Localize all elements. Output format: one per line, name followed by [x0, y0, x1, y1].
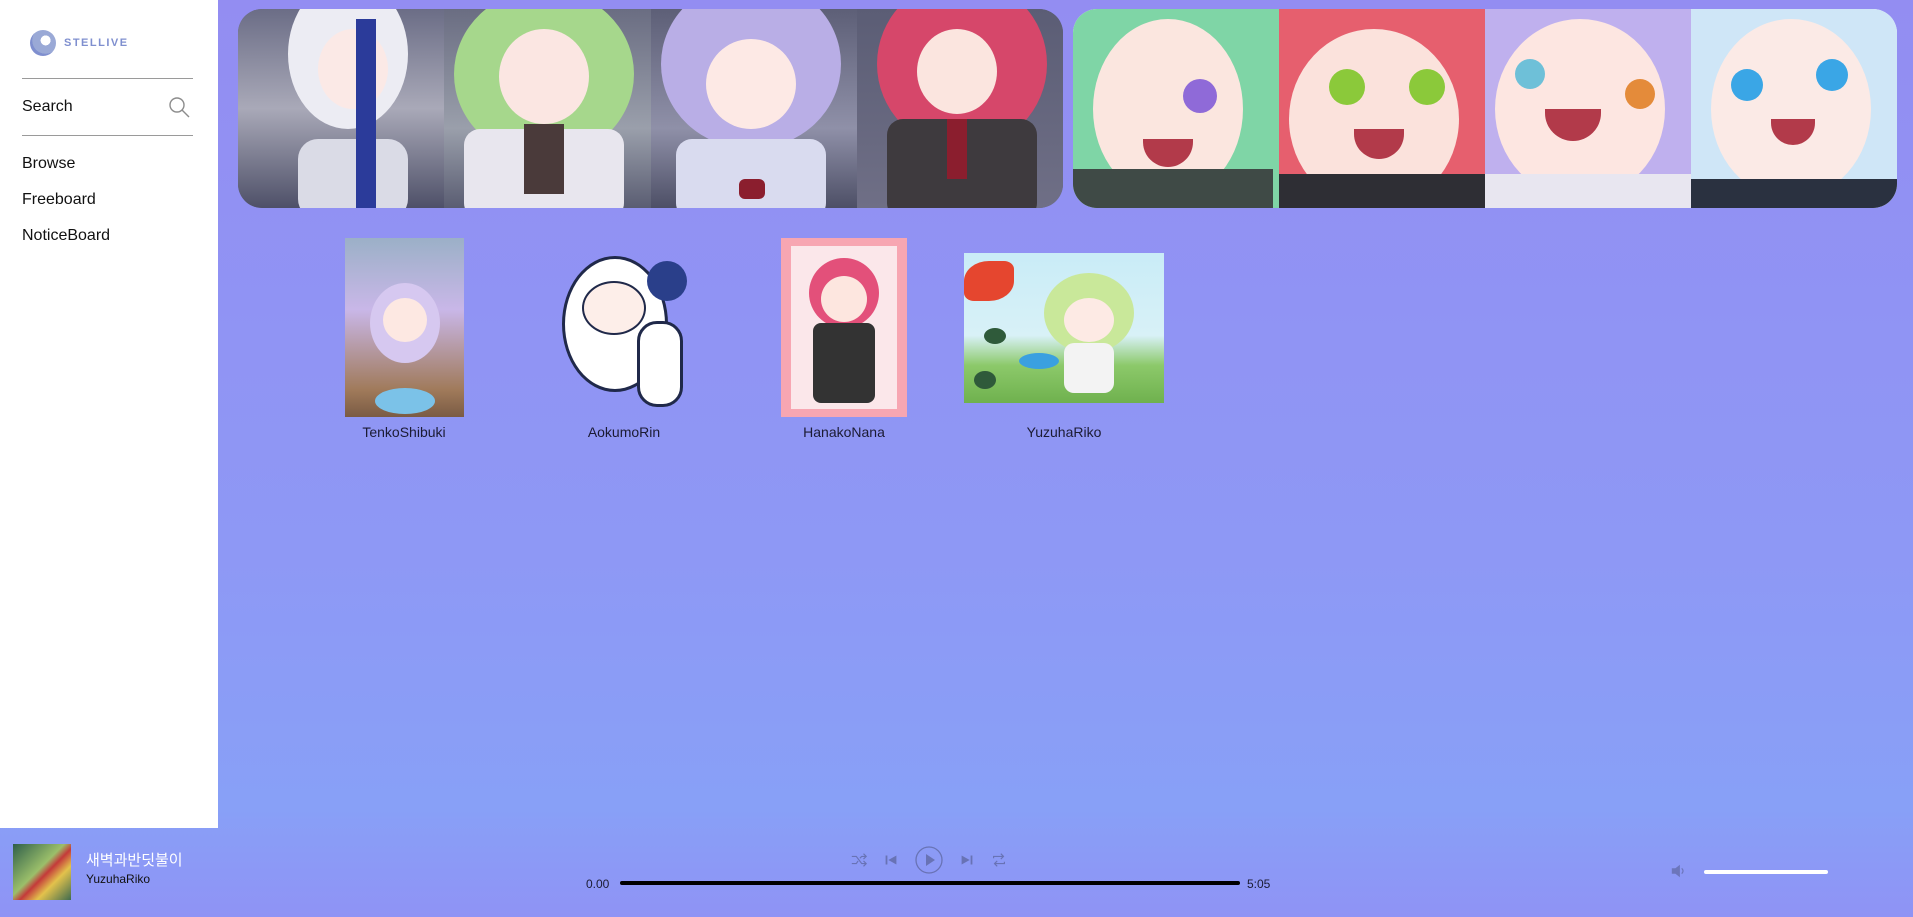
- previous-icon[interactable]: [882, 851, 900, 869]
- track-title: 새벽과반딧불이: [86, 852, 183, 869]
- logo-text: STELLIVE: [64, 37, 129, 49]
- member-name[interactable]: YuzuhaRiko: [1027, 424, 1102, 440]
- logo[interactable]: STELLIVE: [30, 30, 129, 56]
- member-name[interactable]: TenkoShibuki: [362, 424, 445, 440]
- sidebar: STELLIVE Search Browse Freeboard NoticeB…: [0, 0, 218, 828]
- search-label[interactable]: Search: [22, 98, 73, 116]
- nav-item-noticeboard[interactable]: NoticeBoard: [22, 224, 110, 260]
- search-box[interactable]: Search: [22, 78, 193, 136]
- banner-character-4: [856, 9, 1063, 208]
- volume-slider[interactable]: [1704, 870, 1828, 874]
- member-image[interactable]: [542, 241, 705, 413]
- member-image[interactable]: [345, 238, 464, 417]
- play-icon[interactable]: [914, 845, 944, 875]
- banner-face-purple: [1485, 9, 1691, 208]
- nav-item-browse[interactable]: Browse: [22, 152, 110, 188]
- album-art[interactable]: [13, 844, 71, 900]
- track-artist: YuzuhaRiko: [86, 872, 151, 886]
- banner-face-blue: [1691, 9, 1897, 208]
- next-icon[interactable]: [958, 851, 976, 869]
- member-name[interactable]: HanakoNana: [803, 424, 885, 440]
- music-player: 새벽과반딧불이 YuzuhaRiko 0.00 5:05: [0, 828, 1913, 917]
- progress-bar[interactable]: [620, 881, 1240, 885]
- member-image[interactable]: [964, 253, 1164, 403]
- time-current: 0.00: [586, 877, 610, 891]
- speaker-icon[interactable]: [1670, 862, 1688, 880]
- sidebar-nav: Browse Freeboard NoticeBoard: [22, 152, 110, 260]
- banner-face-green: [1073, 9, 1279, 208]
- logo-icon: [30, 30, 56, 56]
- banner-character-1: [238, 9, 445, 208]
- time-total: 5:05: [1247, 877, 1271, 891]
- member-name[interactable]: AokumoRin: [588, 424, 660, 440]
- banner-face-red: [1279, 9, 1485, 208]
- banner-character-2: [444, 9, 651, 208]
- member-image[interactable]: [781, 238, 907, 417]
- shuffle-icon[interactable]: [850, 851, 868, 869]
- group-banner-right[interactable]: [1073, 9, 1897, 208]
- nav-item-freeboard[interactable]: Freeboard: [22, 188, 110, 224]
- repeat-icon[interactable]: [990, 851, 1008, 869]
- banner-character-3: [650, 9, 857, 208]
- search-icon[interactable]: [167, 95, 191, 119]
- group-banner-left[interactable]: [238, 9, 1063, 208]
- playback-controls: [850, 845, 1008, 875]
